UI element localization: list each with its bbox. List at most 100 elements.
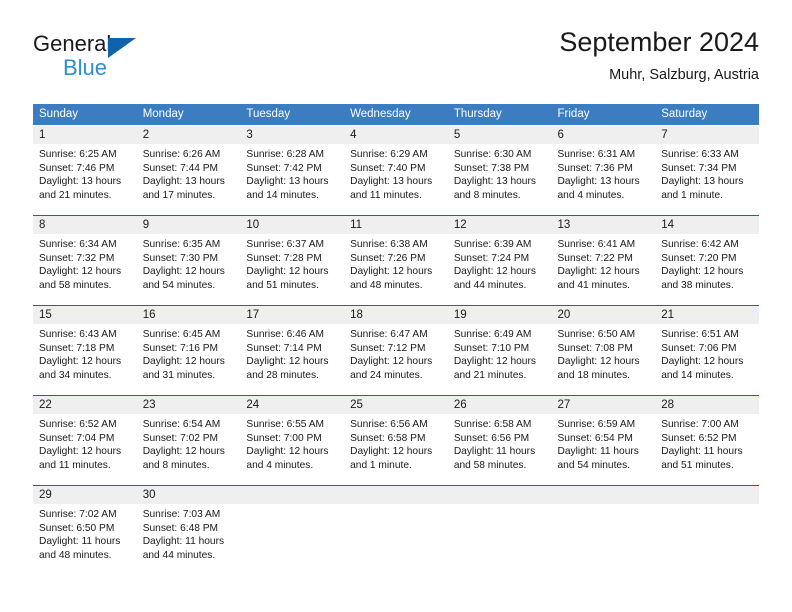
day-number[interactable]: 23	[137, 396, 241, 414]
day-cell[interactable]: Sunrise: 6:26 AM Sunset: 7:44 PM Dayligh…	[137, 144, 241, 214]
logo-triangle-icon	[108, 38, 136, 58]
day-cell-empty	[448, 504, 552, 574]
day-number[interactable]: 6	[552, 126, 656, 144]
day-cell[interactable]: Sunrise: 7:03 AM Sunset: 6:48 PM Dayligh…	[137, 504, 241, 574]
week-row: 1 2 3 4 5 6 7 Sunrise: 6:25 AM Sunset: 7…	[33, 125, 759, 215]
day-cell[interactable]: Sunrise: 6:28 AM Sunset: 7:42 PM Dayligh…	[240, 144, 344, 214]
sunset-text: Sunset: 7:02 PM	[142, 432, 219, 444]
sunrise-text: Sunrise: 6:51 AM	[661, 329, 739, 340]
daylight-text-line2: and 21 minutes.	[453, 369, 527, 381]
day-cell[interactable]: Sunrise: 6:46 AM Sunset: 7:14 PM Dayligh…	[240, 324, 344, 394]
day-cell[interactable]: Sunrise: 6:31 AM Sunset: 7:36 PM Dayligh…	[552, 144, 656, 214]
week-row: 29 30 Sunrise: 7:02 AM Sunset: 6:50 PM D…	[33, 485, 759, 575]
day-number[interactable]: 3	[240, 126, 344, 144]
sunset-text: Sunset: 7:22 PM	[557, 252, 633, 264]
day-cell[interactable]: Sunrise: 6:34 AM Sunset: 7:32 PM Dayligh…	[33, 234, 137, 304]
day-number[interactable]: 26	[448, 396, 552, 414]
day-number[interactable]: 10	[240, 216, 344, 234]
day-cell[interactable]: Sunrise: 6:37 AM Sunset: 7:28 PM Dayligh…	[240, 234, 344, 304]
day-cell[interactable]: Sunrise: 6:47 AM Sunset: 7:12 PM Dayligh…	[344, 324, 448, 394]
daylight-text-line1: Daylight: 12 hours	[39, 446, 122, 458]
daylight-text-line1: Daylight: 11 hours	[142, 536, 225, 548]
general-blue-logo[interactable]: General Blue	[33, 33, 213, 85]
day-cell[interactable]: Sunrise: 6:55 AM Sunset: 7:00 PM Dayligh…	[240, 414, 344, 484]
day-cell[interactable]: Sunrise: 6:51 AM Sunset: 7:06 PM Dayligh…	[655, 324, 759, 394]
day-number[interactable]: 24	[240, 396, 344, 414]
page-header: General Blue September 2024 Muhr, Salzbu…	[0, 0, 792, 100]
calendar-page: General Blue September 2024 Muhr, Salzbu…	[0, 0, 792, 612]
day-cell[interactable]: Sunrise: 6:50 AM Sunset: 7:08 PM Dayligh…	[552, 324, 656, 394]
day-number[interactable]: 30	[137, 486, 241, 504]
day-number[interactable]: 1	[33, 126, 137, 144]
day-number[interactable]: 14	[655, 216, 759, 234]
day-cell[interactable]: Sunrise: 6:43 AM Sunset: 7:18 PM Dayligh…	[33, 324, 137, 394]
day-cell[interactable]: Sunrise: 6:42 AM Sunset: 7:20 PM Dayligh…	[655, 234, 759, 304]
day-number[interactable]: 4	[344, 126, 448, 144]
day-number[interactable]: 15	[33, 306, 137, 324]
daylight-text-line1: Daylight: 12 hours	[142, 266, 225, 278]
day-number[interactable]: 2	[137, 126, 241, 144]
day-number[interactable]: 12	[448, 216, 552, 234]
day-number[interactable]: 5	[448, 126, 552, 144]
sunrise-text: Sunrise: 6:39 AM	[453, 239, 532, 250]
day-number[interactable]: 29	[33, 486, 137, 504]
day-number[interactable]: 25	[344, 396, 448, 414]
sunset-text: Sunset: 7:26 PM	[350, 252, 426, 264]
weekday-header-saturday: Saturday	[661, 108, 708, 120]
day-cell[interactable]: Sunrise: 7:02 AM Sunset: 6:50 PM Dayligh…	[33, 504, 137, 574]
day-cell[interactable]: Sunrise: 6:35 AM Sunset: 7:30 PM Dayligh…	[137, 234, 241, 304]
day-number[interactable]: 28	[655, 396, 759, 414]
day-number[interactable]: 21	[655, 306, 759, 324]
sunset-text: Sunset: 6:56 PM	[453, 432, 530, 444]
daylight-text-line2: and 48 minutes.	[39, 549, 112, 561]
day-number[interactable]: 13	[552, 216, 656, 234]
day-cell[interactable]: Sunrise: 6:25 AM Sunset: 7:46 PM Dayligh…	[33, 144, 137, 214]
daylight-text-line1: Daylight: 12 hours	[142, 356, 225, 368]
daylight-text-line1: Daylight: 12 hours	[39, 356, 122, 368]
day-number[interactable]: 18	[344, 306, 448, 324]
day-number[interactable]: 20	[552, 306, 656, 324]
day-number[interactable]: 9	[137, 216, 241, 234]
day-cell[interactable]: Sunrise: 6:38 AM Sunset: 7:26 PM Dayligh…	[344, 234, 448, 304]
weekday-header-sunday: Sunday	[39, 108, 79, 120]
sunrise-text: Sunrise: 6:25 AM	[39, 149, 117, 160]
day-cell[interactable]: Sunrise: 6:29 AM Sunset: 7:40 PM Dayligh…	[344, 144, 448, 214]
day-cell[interactable]: Sunrise: 6:54 AM Sunset: 7:02 PM Dayligh…	[137, 414, 241, 484]
day-cell[interactable]: Sunrise: 6:33 AM Sunset: 7:34 PM Dayligh…	[655, 144, 759, 214]
day-cell[interactable]: Sunrise: 6:52 AM Sunset: 7:04 PM Dayligh…	[33, 414, 137, 484]
day-number[interactable]: 7	[655, 126, 759, 144]
daylight-text-line1: Daylight: 12 hours	[350, 446, 433, 458]
daylight-text-line1: Daylight: 12 hours	[453, 356, 536, 368]
week-row: 8 9 10 11 12 13 14 Sunrise: 6:34 AM Suns…	[33, 215, 759, 305]
day-cell[interactable]: Sunrise: 6:30 AM Sunset: 7:38 PM Dayligh…	[448, 144, 552, 214]
sunset-text: Sunset: 7:06 PM	[661, 342, 737, 354]
daylight-text-line1: Daylight: 12 hours	[350, 356, 433, 368]
day-cell[interactable]: Sunrise: 6:56 AM Sunset: 6:58 PM Dayligh…	[344, 414, 448, 484]
day-cell[interactable]: Sunrise: 6:58 AM Sunset: 6:56 PM Dayligh…	[448, 414, 552, 484]
sunset-text: Sunset: 7:10 PM	[453, 342, 530, 354]
day-cell[interactable]: Sunrise: 6:39 AM Sunset: 7:24 PM Dayligh…	[448, 234, 552, 304]
daylight-text-line2: and 31 minutes.	[142, 369, 216, 381]
day-cell[interactable]: Sunrise: 7:00 AM Sunset: 6:52 PM Dayligh…	[655, 414, 759, 484]
day-cell[interactable]: Sunrise: 6:59 AM Sunset: 6:54 PM Dayligh…	[552, 414, 656, 484]
weekday-header-row: Sunday Monday Tuesday Wednesday Thursday…	[33, 104, 759, 125]
day-number[interactable]: 11	[344, 216, 448, 234]
sunset-text: Sunset: 7:00 PM	[246, 432, 322, 444]
daylight-text-line1: Daylight: 11 hours	[661, 446, 743, 458]
day-number[interactable]: 22	[33, 396, 137, 414]
day-number[interactable]: 27	[552, 396, 656, 414]
day-cell[interactable]: Sunrise: 6:49 AM Sunset: 7:10 PM Dayligh…	[448, 324, 552, 394]
day-number[interactable]: 17	[240, 306, 344, 324]
day-number[interactable]: 16	[137, 306, 241, 324]
day-number[interactable]: 8	[33, 216, 137, 234]
sunset-text: Sunset: 7:30 PM	[142, 252, 219, 264]
daylight-text-line1: Daylight: 12 hours	[246, 356, 329, 368]
daylight-text-line2: and 14 minutes.	[246, 189, 319, 201]
daylight-text-line2: and 51 minutes.	[661, 459, 734, 471]
day-cell[interactable]: Sunrise: 6:41 AM Sunset: 7:22 PM Dayligh…	[552, 234, 656, 304]
daylight-text-line2: and 28 minutes.	[246, 369, 319, 381]
logo-text-general: General	[33, 31, 112, 56]
day-number[interactable]: 19	[448, 306, 552, 324]
day-cell[interactable]: Sunrise: 6:45 AM Sunset: 7:16 PM Dayligh…	[137, 324, 241, 394]
sunrise-text: Sunrise: 7:03 AM	[142, 509, 221, 520]
